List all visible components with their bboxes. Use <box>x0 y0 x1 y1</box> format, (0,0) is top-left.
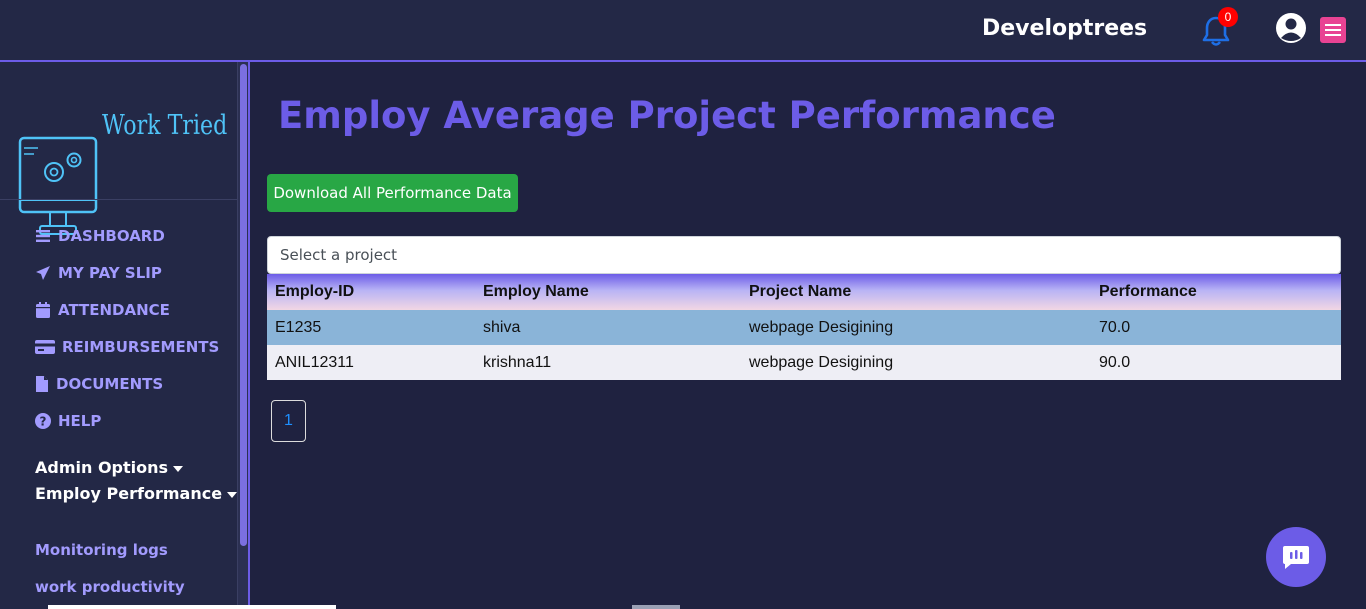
cell-employ-name: krishna11 <box>483 353 552 371</box>
cell-employ-id: E1235 <box>275 318 322 336</box>
sidebar-scrollbar-thumb[interactable] <box>240 64 247 546</box>
sidebar-item-attendance[interactable]: ATTENDANCE <box>34 299 170 321</box>
header-employ-name[interactable]: Employ Name <box>483 274 589 310</box>
logo-text: Work Tried <box>102 110 228 141</box>
sidebar-item-help[interactable]: ? HELP <box>34 410 101 432</box>
svg-text:?: ? <box>40 415 47 429</box>
notification-count-badge: 0 <box>1218 7 1238 27</box>
bars-icon <box>34 227 52 245</box>
pagination-page-1[interactable]: 1 <box>271 400 306 442</box>
project-select[interactable]: Select a project <box>267 236 1341 274</box>
employ-performance-toggle[interactable]: Employ Performance <box>35 484 238 503</box>
sidebar-item-label: MY PAY SLIP <box>58 264 162 282</box>
table-header: Employ-ID Employ Name Project Name Perfo… <box>267 274 1341 310</box>
chat-widget-button[interactable] <box>1266 527 1326 587</box>
cell-employ-id: ANIL12311 <box>275 353 354 371</box>
cell-performance: 70.0 <box>1099 318 1131 336</box>
sidebar-item-label: ATTENDANCE <box>58 301 170 319</box>
sidebar-item-reimbursements[interactable]: REIMBURSEMENTS <box>34 336 219 358</box>
admin-options-label: Admin Options <box>35 458 169 477</box>
admin-options-toggle[interactable]: Admin Options <box>35 458 184 477</box>
sidebar-item-label: DOCUMENTS <box>56 375 164 393</box>
question-circle-icon: ? <box>34 412 52 430</box>
cell-project-name: webpage Desigining <box>749 353 894 371</box>
sidebar-item-dashboard[interactable]: DASHBOARD <box>34 225 165 247</box>
sidebar-item-label: DASHBOARD <box>58 227 165 245</box>
horizontal-scrollbar-thumb[interactable] <box>48 605 336 609</box>
header-employ-id[interactable]: Employ-ID <box>275 274 354 310</box>
horizontal-scrollbar-segment <box>632 605 680 609</box>
hamburger-menu-button[interactable] <box>1320 17 1346 43</box>
cell-project-name: webpage Desigining <box>749 318 894 336</box>
work-productivity-link[interactable]: work productivity <box>35 578 185 596</box>
table-row[interactable]: E1235 shiva webpage Desigining 70.0 <box>267 310 1341 345</box>
sidebar-item-label: HELP <box>58 412 102 430</box>
file-icon <box>34 375 50 393</box>
chat-bubble-icon <box>1283 546 1309 569</box>
table-row[interactable]: ANIL12311 krishna11 webpage Desigining 9… <box>267 345 1341 380</box>
sidebar-item-documents[interactable]: DOCUMENTS <box>34 373 163 395</box>
cell-performance: 90.0 <box>1099 353 1131 371</box>
monitoring-logs-link[interactable]: Monitoring logs <box>35 541 168 559</box>
credit-card-icon <box>34 338 56 356</box>
header-project-name[interactable]: Project Name <box>749 274 851 310</box>
employ-performance-label: Employ Performance <box>35 484 223 503</box>
user-avatar-icon[interactable] <box>1274 11 1308 45</box>
caret-down-icon <box>173 465 184 472</box>
brand-name: Developtrees <box>982 16 1148 41</box>
download-performance-button[interactable]: Download All Performance Data <box>267 174 518 212</box>
top-navbar: Developtrees 0 <box>0 0 1366 62</box>
paper-plane-icon <box>34 264 52 282</box>
performance-table: Employ-ID Employ Name Project Name Perfo… <box>267 274 1341 380</box>
header-performance[interactable]: Performance <box>1099 274 1197 310</box>
sidebar-item-my-pay-slip[interactable]: MY PAY SLIP <box>34 262 162 284</box>
page-title: Employ Average Project Performance <box>278 94 1056 137</box>
sidebar-scrollbar[interactable] <box>238 62 250 609</box>
page-scrollbar[interactable] <box>1357 62 1366 609</box>
sidebar-item-label: REIMBURSEMENTS <box>62 338 220 356</box>
sidebar-divider <box>0 199 238 200</box>
caret-down-icon <box>227 491 238 498</box>
calendar-icon <box>34 301 52 319</box>
cell-employ-name: shiva <box>483 318 521 336</box>
